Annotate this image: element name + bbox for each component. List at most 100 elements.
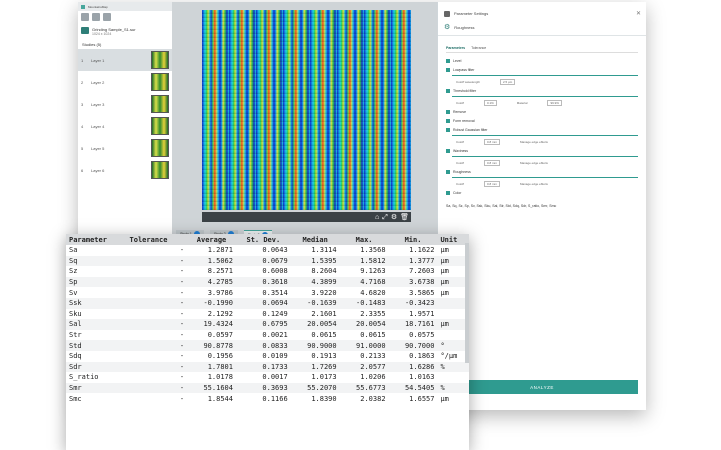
table-row[interactable]: Sal -19.4324 0.6795 20.0054 20.0054 18.7161 µm — [66, 319, 469, 330]
section-checkbox[interactable] — [446, 88, 450, 93]
section-checkbox[interactable] — [446, 127, 450, 132]
table-row[interactable]: Sdq -0.1956 0.0109 0.1913 0.2133 0.1863 °/µm — [66, 351, 469, 362]
column-header[interactable]: Parameter — [66, 234, 127, 245]
table-row[interactable]: Ssk - -0.1990 0.0694 -0.1639 -0.1483 -0.3423 — [66, 297, 469, 309]
table-scrollbar[interactable] — [465, 243, 469, 363]
export-icon[interactable] — [103, 13, 111, 21]
panel-subtitle: Roughness — [454, 25, 475, 30]
table-cell: 18.7161 — [388, 319, 438, 330]
left-toolbar — [78, 11, 172, 23]
table-row[interactable]: Sku - 2.1292 0.1249 2.1601 2.3355 1.9571 — [66, 309, 469, 320]
layer-item[interactable]: 3 Layer 3 — [78, 93, 172, 115]
column-header[interactable]: Max. — [339, 234, 389, 245]
section-row[interactable]: Color — [446, 188, 638, 197]
parameter-settings: Parameters Tolerance Level Lowpass filter C… — [446, 44, 638, 364]
table-row[interactable]: Sp -4.2785 0.3618 4.3899 4.7168 3.6738 µm — [66, 276, 469, 288]
table-cell: Ssk — [66, 297, 127, 309]
column-header[interactable]: Min. — [388, 234, 438, 245]
table-cell: 0.0643 — [262, 246, 288, 255]
layer-item[interactable]: 2 Layer 2 — [78, 71, 172, 93]
table-row[interactable]: Std -90.8778 0.0833 90.9000 91.0000 90.7000 ° — [66, 340, 469, 351]
section-row[interactable]: Roughness — [446, 167, 638, 176]
option-value-field[interactable]: 0.8 mm — [483, 160, 500, 166]
table-row[interactable]: S_ratio - 1.0178 0.0017 1.0173 1.0206 1.0163 — [66, 372, 469, 383]
section-checkbox[interactable] — [446, 109, 450, 114]
layer-thumbnail[interactable] — [151, 51, 169, 69]
analyze-button[interactable]: ANALYZE — [446, 380, 638, 394]
table-row[interactable]: Smr -55.1604 0.3693 55.2070 55.6773 54.5405% — [66, 382, 469, 394]
section-row[interactable]: Form removal — [446, 116, 638, 125]
section-divider — [452, 135, 638, 136]
layer-item[interactable]: 5 Layer 5 — [78, 137, 172, 159]
column-header[interactable]: Tolerance — [126, 234, 188, 245]
section-checkbox[interactable] — [446, 148, 450, 153]
delete-icon[interactable]: 🗑 — [400, 214, 409, 221]
layer-item[interactable]: 1 Layer 1 — [78, 49, 172, 71]
table-cell: 1.0173 — [311, 373, 337, 382]
open-file-icon[interactable] — [81, 13, 89, 21]
surface-image[interactable] — [202, 10, 411, 210]
section-row[interactable]: Level — [446, 56, 638, 65]
table-row[interactable]: Sdr -1.7801 0.1733 1.7269 2.0577 1.6286% — [66, 361, 469, 373]
expand-icon[interactable]: ⤢ — [382, 214, 388, 221]
section-label: Roughness — [453, 169, 471, 174]
table-cell: 1.6557 — [409, 394, 435, 403]
layer-thumbnail[interactable] — [151, 117, 169, 135]
section-row[interactable]: Remove — [446, 107, 638, 116]
file-header[interactable]: Grinding Sample_S1.sur 1024 x 1024 — [78, 23, 172, 40]
option-value-field[interactable]: 0.1% — [483, 100, 497, 106]
layer-item[interactable]: 4 Layer 4 — [78, 115, 172, 137]
layer-item[interactable]: 6 Layer 6 — [78, 159, 172, 181]
column-header[interactable]: Average — [187, 234, 236, 245]
section-checkbox[interactable] — [446, 58, 450, 63]
table-cell: - — [126, 276, 188, 288]
close-icon[interactable]: ✕ — [636, 10, 641, 17]
table-row[interactable]: Str - 0.0597 0.0021 0.0615 0.0615 0.0575 — [66, 330, 469, 341]
parameter-tab[interactable]: Tolerance — [471, 46, 486, 50]
section-checkbox[interactable] — [446, 118, 450, 123]
option-value-field[interactable]: 2.5 µm — [499, 79, 516, 85]
table-cell: 4.6820 — [360, 288, 386, 297]
layer-thumbnail[interactable] — [151, 161, 169, 179]
table-cell: 0.0615 — [311, 331, 337, 340]
option-value-field[interactable]: 99.9% — [547, 100, 562, 106]
option-value-field[interactable]: 0.8 mm — [483, 139, 500, 145]
save-icon[interactable] — [92, 13, 100, 21]
table-cell: 0.0109 — [262, 352, 288, 361]
section-row[interactable]: Waviness — [446, 146, 638, 155]
section-checkbox[interactable] — [446, 169, 450, 174]
parameter-tabs: Parameters Tolerance — [446, 44, 638, 53]
section-checkbox[interactable] — [446, 190, 450, 195]
table-cell: 1.5812 — [339, 255, 389, 267]
layer-name: Layer 4 — [91, 123, 105, 129]
gear-icon: ⚙ — [444, 24, 451, 31]
table-row[interactable]: Sa -1.2871 0.0643 1.3114 1.3568 1.1622 µm — [66, 245, 469, 256]
settings-icon[interactable]: ⚙ — [391, 214, 397, 221]
column-header[interactable]: Median — [290, 234, 340, 245]
table-cell: 1.9571 — [409, 309, 435, 318]
table-cell: 8.2604 — [311, 267, 337, 276]
table-row[interactable]: Sq -1.5062 0.0679 1.5395 1.5812 1.3777 µm — [66, 255, 469, 267]
section-row[interactable]: Robust Gaussian filter — [446, 125, 638, 134]
table-cell: Smc — [69, 394, 82, 403]
table-cell: 1.3114 — [311, 246, 337, 255]
table-row[interactable]: Smc - 1.8544 0.1166 1.8390 2.0382 1.6557 µm — [66, 393, 469, 404]
table-row[interactable]: Sv -3.9786 0.3514 3.9220 4.6820 3.5865 µm — [66, 287, 469, 298]
parameter-tab[interactable]: Parameters — [446, 46, 465, 50]
section-checkbox[interactable] — [446, 67, 450, 72]
option-value-field[interactable]: 0.8 mm — [483, 181, 500, 187]
layer-number: 2 — [81, 79, 84, 85]
section-row[interactable]: Lowpass filter — [446, 65, 638, 74]
table-cell: 1.7269 — [290, 361, 340, 373]
table-row[interactable]: Sz -8.2571 0.6008 8.2604 9.1263 7.2603 µm — [66, 266, 469, 277]
section-row[interactable]: Threshold filter — [446, 86, 638, 95]
layer-thumbnail[interactable] — [151, 139, 169, 157]
column-header[interactable]: St. Dev. — [235, 234, 291, 245]
option-label: Cutoff — [456, 140, 464, 144]
layer-thumbnail[interactable] — [151, 95, 169, 113]
parameter-sections: Level Lowpass filter Cutoff wavelength 2.5 … — [446, 56, 638, 197]
image-viewer: ⌂ ⤢ ⚙ 🗑 Study 1Study 2Study 3 — [172, 2, 437, 239]
table-cell: 2.1601 — [311, 309, 337, 318]
layer-thumbnail[interactable] — [151, 73, 169, 91]
home-icon[interactable]: ⌂ — [375, 214, 379, 221]
